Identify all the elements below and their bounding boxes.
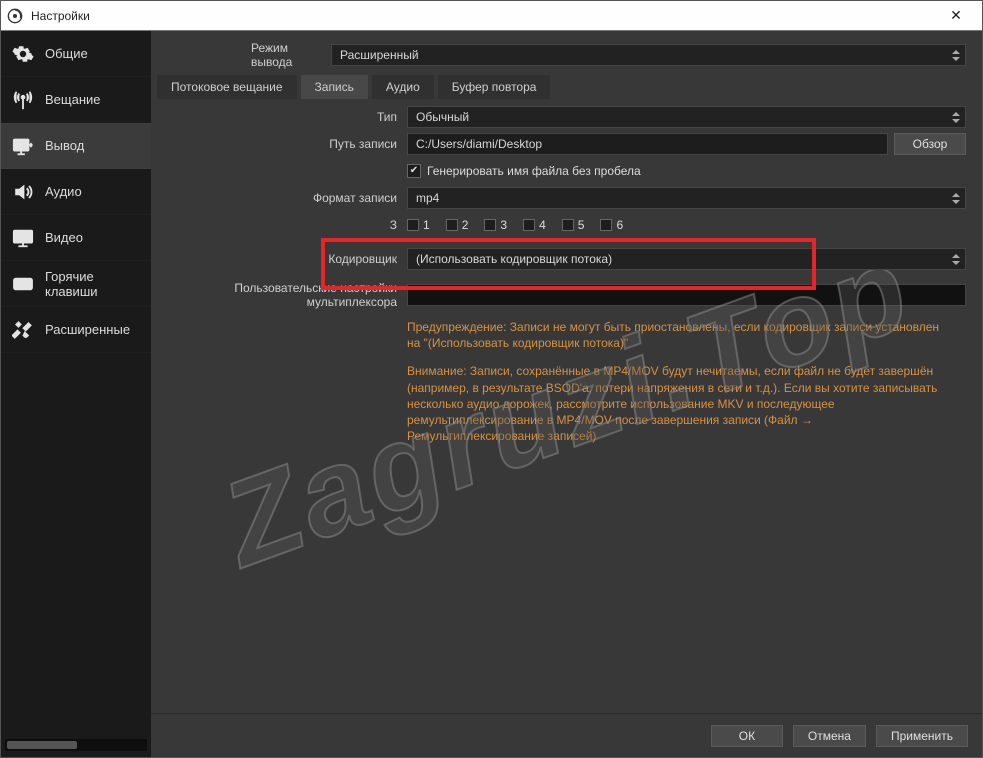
warning-mp4: Внимание: Записи, сохранённые в MP4/MOV …: [407, 361, 966, 444]
ok-button[interactable]: ОК: [711, 725, 783, 747]
no-space-label: Генерировать имя файла без пробела: [427, 164, 641, 178]
main-panel: Zagruzi.Top Режим вывода Расширенный Пот…: [151, 31, 982, 757]
mux-field[interactable]: [407, 284, 966, 306]
rec-format-label: Формат записи: [151, 191, 407, 205]
sidebar-item-label: Горячие клавиши: [45, 269, 141, 299]
no-space-checkbox[interactable]: Генерировать имя файла без пробела: [407, 164, 641, 178]
cancel-button[interactable]: Отмена: [793, 725, 866, 747]
sidebar-item-label: Аудио: [45, 184, 82, 199]
mux-label: Пользовательские настройки мультиплексор…: [151, 281, 407, 309]
rec-type-select[interactable]: Обычный: [407, 106, 966, 128]
tab-audio[interactable]: Аудио: [372, 75, 434, 99]
rec-path-label: Путь записи: [151, 137, 407, 151]
sidebar-scrollbar[interactable]: [5, 739, 147, 751]
warning-pause: Предупреждение: Записи не могут быть при…: [407, 317, 966, 351]
tab-streaming[interactable]: Потоковое вещание: [157, 75, 297, 99]
titlebar: Настройки ✕: [1, 1, 982, 31]
sidebar-item-stream[interactable]: Вещание: [1, 77, 151, 123]
rec-type-label: Тип: [151, 110, 407, 124]
track-5[interactable]: 5: [562, 218, 585, 232]
sidebar-item-hotkeys[interactable]: Горячие клавиши: [1, 261, 151, 307]
sidebar-item-label: Видео: [45, 230, 83, 245]
tab-replay-buffer[interactable]: Буфер повтора: [438, 75, 551, 99]
track-3[interactable]: 3: [484, 218, 507, 232]
tab-recording[interactable]: Запись: [301, 75, 368, 99]
sidebar-item-label: Вещание: [45, 92, 101, 107]
app-icon: [7, 8, 23, 24]
tools-icon: [11, 318, 35, 342]
audio-tracks: 1 2 3 4 5 6: [407, 218, 623, 232]
sidebar-item-audio[interactable]: Аудио: [1, 169, 151, 215]
output-mode-label: Режим вывода: [151, 41, 331, 69]
window-title: Настройки: [31, 9, 936, 23]
apply-button[interactable]: Применить: [876, 725, 968, 747]
track-2[interactable]: 2: [446, 218, 469, 232]
settings-window: Настройки ✕ Общие Вещание Вывод Аудио: [0, 0, 983, 758]
output-mode-select[interactable]: Расширенный: [331, 44, 966, 66]
antenna-icon: [11, 88, 35, 112]
sidebar-item-video[interactable]: Видео: [1, 215, 151, 261]
keyboard-icon: [11, 272, 35, 296]
sidebar-item-label: Вывод: [45, 138, 84, 153]
output-icon: [11, 134, 35, 158]
sidebar: Общие Вещание Вывод Аудио Видео Горячие …: [1, 31, 151, 757]
rec-type-value: Обычный: [416, 110, 469, 124]
encoder-value: (Использовать кодировщик потока): [416, 252, 612, 266]
monitor-icon: [11, 226, 35, 250]
encoder-select[interactable]: (Использовать кодировщик потока): [407, 248, 966, 270]
track-4[interactable]: 4: [523, 218, 546, 232]
rec-format-select[interactable]: mp4: [407, 187, 966, 209]
dialog-footer: ОК Отмена Применить: [151, 713, 982, 757]
rec-format-value: mp4: [416, 191, 439, 205]
browse-button[interactable]: Обзор: [894, 133, 966, 155]
sidebar-item-output[interactable]: Вывод: [1, 123, 151, 169]
track-1[interactable]: 1: [407, 218, 430, 232]
checkbox-icon: [407, 164, 421, 178]
gear-icon: [11, 42, 35, 66]
speaker-icon: [11, 180, 35, 204]
tracks-label-cut: З: [151, 218, 407, 232]
sidebar-item-advanced[interactable]: Расширенные: [1, 307, 151, 353]
output-mode-value: Расширенный: [340, 48, 419, 62]
close-button[interactable]: ✕: [936, 7, 976, 24]
encoder-label: Кодировщик: [151, 252, 407, 266]
sidebar-item-label: Расширенные: [45, 322, 130, 337]
rec-path-field[interactable]: C:/Users/diami/Desktop: [407, 133, 888, 155]
output-tabs: Потоковое вещание Запись Аудио Буфер пов…: [157, 75, 972, 99]
sidebar-item-general[interactable]: Общие: [1, 31, 151, 77]
sidebar-item-label: Общие: [45, 46, 88, 61]
track-6[interactable]: 6: [600, 218, 623, 232]
